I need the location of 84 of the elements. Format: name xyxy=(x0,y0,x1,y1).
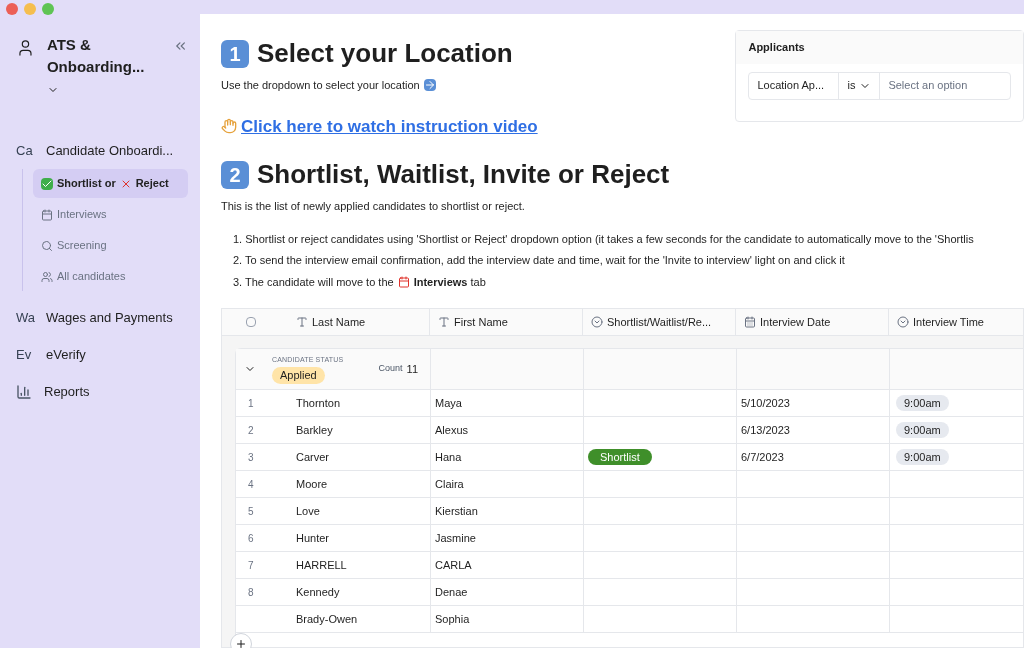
table-cell-text: Moore xyxy=(295,476,328,492)
row-number: 8 xyxy=(247,585,255,600)
count-label: Count xyxy=(378,362,403,376)
status-tag: Applied xyxy=(272,367,325,384)
table-cell-text: Kierstian xyxy=(435,503,478,519)
table-cell-text: Love xyxy=(295,503,320,519)
table-cell-text: Barkley xyxy=(295,422,333,438)
number-badge: 2 xyxy=(221,160,249,189)
table-cell-text: Hana xyxy=(435,449,462,465)
close-window-button[interactable] xyxy=(6,3,18,15)
table-cell-text: Claira xyxy=(435,476,464,492)
table-cell-text: Carver xyxy=(295,449,329,465)
text-type-icon xyxy=(296,316,308,328)
instruction-step: 3. The candidate will move to the xyxy=(233,273,394,290)
table-cell-text: 6/13/2023 xyxy=(741,422,790,438)
row-number: 7 xyxy=(247,558,255,573)
table-cell-text: HARRELL xyxy=(295,557,347,573)
instruction-step: 1. Shortlist or reject candidates using 'Shortlist or Reject' dropdown option (it takes a few seconds for the candidate to automatically move to the 'Shortlis xyxy=(233,230,1024,247)
plus-icon xyxy=(235,638,247,648)
people-icon xyxy=(41,270,53,283)
column-header[interactable]: Last Name xyxy=(312,313,366,331)
row-number: 4 xyxy=(247,477,255,492)
column-header[interactable]: Interview Time xyxy=(913,313,984,331)
check-icon xyxy=(41,177,53,190)
circle-chevron-icon xyxy=(591,316,603,328)
instruction-text: Use the dropdown to select your location xyxy=(221,78,420,93)
section-heading: Shortlist, Waitlist, Invite or Reject xyxy=(257,158,670,191)
magnifier-icon xyxy=(41,239,53,252)
column-header[interactable]: Shortlist/Waitlist/Re... xyxy=(607,313,712,331)
table-cell-text: Sophia xyxy=(435,611,470,627)
sidebar-item[interactable]: Screening xyxy=(33,231,188,260)
calendar-icon xyxy=(41,208,53,221)
number-badge: 1 xyxy=(221,39,249,68)
minimize-window-button[interactable] xyxy=(24,3,36,15)
instruction-step: 2. To send the interview email confirmation, add the interview date and time, wait for the 'Invite to interview' light on and click it xyxy=(233,252,1024,269)
pointing-hand-icon xyxy=(221,118,237,135)
zoom-window-button[interactable] xyxy=(42,3,54,15)
section-abbreviation: Ca xyxy=(16,141,34,160)
person-icon xyxy=(16,38,35,58)
table-cell-text: Maya xyxy=(435,395,462,411)
table-cell-text: CARLA xyxy=(435,557,472,573)
time-tag: 9:00am xyxy=(896,448,949,466)
select-all-checkbox[interactable] xyxy=(246,317,256,327)
sidebar-item[interactable]: Interviews xyxy=(33,200,188,229)
page-heading: Select your Location xyxy=(257,37,513,70)
section-abbreviation: Wa xyxy=(16,308,34,327)
instruction-step: Interviews tab xyxy=(413,273,486,290)
video-link[interactable]: Click here to watch instruction video xyxy=(241,113,538,139)
row-number: 3 xyxy=(247,450,255,465)
table-cell-text: Brady-Owen xyxy=(295,611,358,627)
text-type-icon xyxy=(438,316,450,328)
sidebar-section[interactable]: Reports xyxy=(12,373,188,410)
sidebar-section[interactable]: Ev eVerify xyxy=(12,336,188,373)
row-number: 6 xyxy=(247,531,255,546)
time-tag: 9:00am xyxy=(896,421,949,439)
row-number: 2 xyxy=(247,423,255,438)
row-number: 1 xyxy=(247,396,255,411)
table-cell-text: 6/7/2023 xyxy=(741,449,784,465)
table-cell-text: Alexus xyxy=(435,422,469,438)
time-tag: 9:00am xyxy=(896,394,949,412)
table-cell-text: Jasmine xyxy=(435,530,476,546)
sidebar-item[interactable]: Shortlist or Reject xyxy=(33,169,188,198)
column-header[interactable]: Interview Date xyxy=(760,313,831,331)
arrow-icon xyxy=(423,79,436,92)
sidebar-section[interactable]: Wa Wages and Payments xyxy=(12,299,188,336)
count-value: 11 xyxy=(406,361,418,377)
bar-chart-icon xyxy=(16,383,32,400)
column-header[interactable]: First Name xyxy=(454,313,508,331)
calendar-icon xyxy=(397,275,410,288)
filter-title: Applicants xyxy=(736,31,1023,64)
table-cell-text: Hunter xyxy=(295,530,330,546)
table-cell-text: Thornton xyxy=(295,395,341,411)
circle-chevron-icon xyxy=(897,316,909,328)
sidebar-item[interactable]: All candidates xyxy=(33,262,188,291)
table-cell-text: 5/10/2023 xyxy=(741,395,790,411)
table-cell-text: Denae xyxy=(435,584,468,600)
decision-tag: Shortlist xyxy=(588,448,652,466)
sidebar-section[interactable]: Ca Candidate Onboardi... xyxy=(12,132,188,169)
calendar-icon xyxy=(744,316,756,328)
row-number: 5 xyxy=(247,504,255,519)
section-abbreviation: Ev xyxy=(16,345,33,364)
table-cell-text: Kennedy xyxy=(295,584,340,600)
workspace-title[interactable]: ATS & Onboarding... xyxy=(46,34,153,100)
description-text: This is the list of newly applied candidates to shortlist or reject. xyxy=(221,199,526,214)
